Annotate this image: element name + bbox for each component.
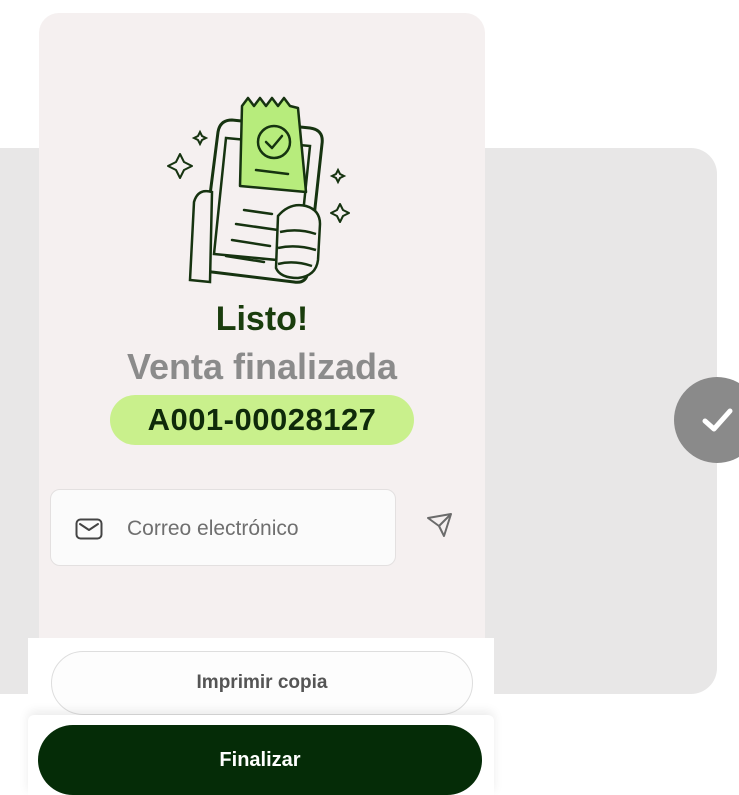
check-icon	[702, 408, 733, 432]
receipt-terminal-illustration	[167, 96, 350, 284]
email-input[interactable]	[125, 508, 379, 550]
finish-button[interactable]: Finalizar	[38, 725, 482, 795]
success-title: Listo!	[215, 300, 309, 338]
success-subtitle: Venta finalizada	[126, 346, 398, 387]
print-copy-button[interactable]: Imprimir copia	[51, 651, 473, 715]
send-icon[interactable]	[426, 512, 454, 538]
receipt-code-badge: A001-00028127	[110, 395, 414, 445]
mail-icon	[75, 518, 103, 540]
email-field[interactable]	[50, 489, 396, 566]
